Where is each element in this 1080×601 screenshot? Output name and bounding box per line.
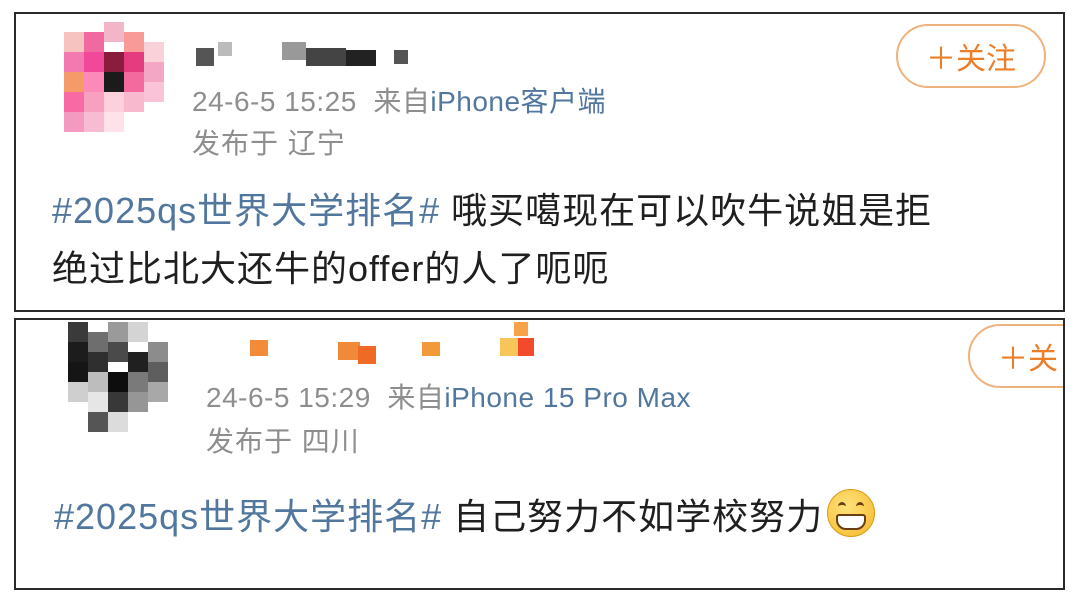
source-link[interactable]: iPhone客户端: [430, 86, 606, 117]
follow-button[interactable]: ＋关: [968, 324, 1063, 388]
weibo-post-card-1: 24-6-5 15:25 来自iPhone客户端 发布于 辽宁 ＋关注 #202…: [14, 12, 1065, 312]
hashtag-link[interactable]: #2025qs世界大学排名#: [52, 190, 440, 231]
post-time: 24-6-5 15:29: [206, 382, 371, 413]
grinning-face-icon: [827, 489, 876, 537]
post-location: 发布于 四川: [206, 426, 360, 457]
post-body: #2025qs世界大学排名# 自己努力不如学校努力: [54, 488, 1054, 546]
source-prefix: 来自: [373, 86, 431, 117]
post-text: 自己努力不如学校努力: [442, 496, 824, 537]
username-blurred[interactable]: [246, 320, 546, 364]
post-time: 24-6-5 15:25: [192, 86, 357, 117]
post-meta: 24-6-5 15:29 来自iPhone 15 Pro Max: [206, 376, 691, 416]
post-location: 发布于 辽宁: [192, 128, 346, 159]
follow-button[interactable]: ＋关注: [896, 24, 1046, 88]
hashtag-link[interactable]: #2025qs世界大学排名#: [54, 496, 442, 537]
source-link[interactable]: iPhone 15 Pro Max: [444, 382, 691, 413]
post-text-line-2: 绝过比北大还牛的offer的人了呃呃: [52, 248, 610, 289]
post-meta: 24-6-5 15:25 来自iPhone客户端: [192, 80, 606, 120]
source-prefix: 来自: [387, 382, 445, 413]
avatar[interactable]: [64, 22, 164, 132]
weibo-post-card-2: 24-6-5 15:29 来自iPhone 15 Pro Max 发布于 四川 …: [14, 318, 1065, 590]
avatar[interactable]: [68, 322, 168, 432]
post-text-line-1: 哦买噶现在可以吹牛说姐是拒: [440, 190, 933, 231]
username-blurred[interactable]: [196, 32, 426, 68]
post-body: #2025qs世界大学排名# 哦买噶现在可以吹牛说姐是拒 绝过比北大还牛的off…: [52, 182, 1052, 298]
